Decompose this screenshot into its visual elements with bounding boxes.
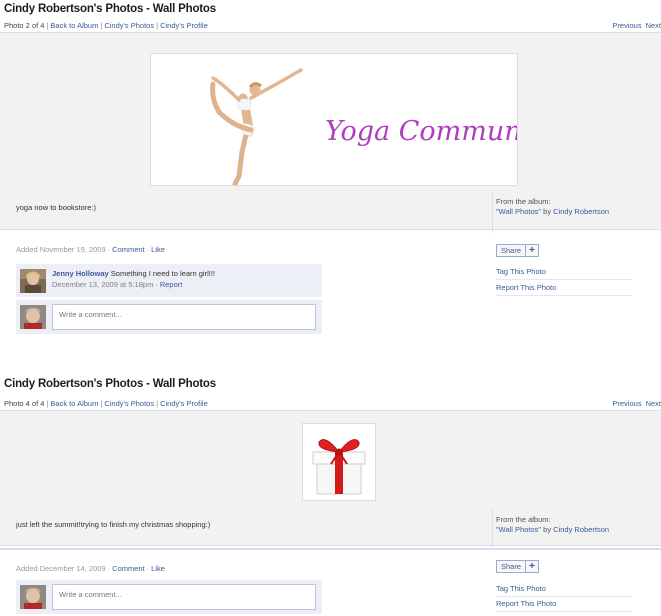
share-label: Share [497, 561, 527, 572]
photo-stage: Yoga Community yoga now to bookstore:) F… [0, 32, 661, 233]
album-name-link[interactable]: "Wall Photos" [496, 207, 541, 216]
commenter-avatar[interactable] [20, 269, 46, 293]
photo-caption: just left the summit!trying to finish my… [16, 520, 211, 529]
comment-item: Jenny Holloway Something I need to learn… [16, 264, 322, 298]
yoga-pose-illustration: Yoga Community [210, 68, 557, 187]
album-divider [492, 509, 493, 547]
photo-image[interactable] [302, 423, 376, 501]
photo-count: Photo 4 of 4 [4, 399, 45, 408]
album-owner-link[interactable]: Cindy Robertson [553, 207, 609, 216]
plus-icon: + [529, 245, 535, 256]
owner-profile-link[interactable]: Cindy's Profile [160, 399, 208, 408]
photo-subnav: Photo 2 of 4 | Back to Album | Cindy's Photo… [4, 21, 208, 30]
previous-link[interactable]: Previous [612, 399, 641, 408]
photo-meta: Added November 19, 2009 · Comment · Like [16, 245, 165, 254]
share-label: Share [497, 245, 527, 256]
photo-image[interactable]: Yoga Community [150, 53, 557, 187]
comment-text: Jenny Holloway Something I need to learn… [52, 269, 216, 278]
album-line: "Wall Photos" by Cindy Robertson [496, 207, 610, 216]
write-comment-box: Write a comment... [16, 300, 322, 334]
photo-pager: Previous Next [612, 21, 661, 30]
album-line: "Wall Photos" by Cindy Robertson [496, 525, 610, 534]
comment-input[interactable]: Write a comment... [52, 584, 316, 610]
tag-photo-link[interactable]: Tag This Photo [496, 584, 632, 597]
photo-caption: yoga now to bookstore:) [16, 203, 97, 212]
report-photo-link[interactable]: Report This Photo [496, 283, 632, 296]
comment-timestamp: December 13, 2009 at 5:18pm · Report [52, 280, 183, 289]
tag-photo-link[interactable]: Tag This Photo [496, 267, 632, 280]
photo-post-2: Cindy Robertson's Photos - Wall Photos P… [0, 372, 661, 616]
comment-author-link[interactable]: Jenny Holloway [52, 269, 109, 278]
owner-photos-link[interactable]: Cindy's Photos [104, 399, 154, 408]
owner-profile-link[interactable]: Cindy's Profile [160, 21, 208, 30]
album-divider [492, 191, 493, 233]
comment-link[interactable]: Comment [112, 564, 145, 573]
added-date: Added December 14, 2009 [16, 564, 106, 573]
share-button[interactable]: Share + [496, 560, 540, 573]
album-label: From the album: [496, 197, 551, 206]
album-name-link[interactable]: "Wall Photos" [496, 525, 541, 534]
plus-icon: + [529, 561, 535, 572]
photo-subnav: Photo 4 of 4 | Back to Album | Cindy's Photo… [4, 399, 208, 408]
previous-link[interactable]: Previous [612, 21, 641, 30]
album-owner-link[interactable]: Cindy Robertson [553, 525, 609, 534]
back-to-album-link[interactable]: Back to Album [50, 399, 98, 408]
owner-photos-link[interactable]: Cindy's Photos [104, 21, 154, 30]
report-photo-link[interactable]: Report This Photo [496, 599, 632, 612]
next-link[interactable]: Next [646, 21, 661, 30]
like-link[interactable]: Like [151, 564, 165, 573]
like-link[interactable]: Like [151, 245, 165, 254]
album-label: From the album: [496, 515, 551, 524]
report-comment-link[interactable]: Report [160, 280, 183, 289]
photo-post-1: Cindy Robertson's Photos - Wall Photos P… [0, 0, 661, 340]
write-comment-box: Write a comment... [16, 580, 322, 614]
yoga-community-text: Yoga Community [325, 116, 517, 147]
photo-stage: just left the summit!trying to finish my… [0, 410, 661, 547]
my-avatar [20, 585, 46, 609]
next-link[interactable]: Next [646, 399, 661, 408]
comment-link[interactable]: Comment [112, 245, 145, 254]
added-date: Added November 19, 2009 [16, 245, 106, 254]
album-info: From the album: "Wall Photos" by Cindy R… [492, 191, 610, 233]
page-title: Cindy Robertson's Photos - Wall Photos [4, 378, 216, 390]
photo-count: Photo 2 of 4 [4, 21, 45, 30]
gift-box-icon [312, 439, 366, 495]
album-info: From the album: "Wall Photos" by Cindy R… [492, 509, 610, 547]
share-button[interactable]: Share + [496, 244, 540, 257]
my-avatar [20, 305, 46, 329]
back-to-album-link[interactable]: Back to Album [50, 21, 98, 30]
photo-meta: Added December 14, 2009 · Comment · Like [16, 564, 165, 573]
photo-pager: Previous Next [612, 399, 661, 408]
section-divider [0, 548, 661, 550]
comment-input[interactable]: Write a comment... [52, 304, 316, 330]
page-title: Cindy Robertson's Photos - Wall Photos [4, 3, 216, 15]
